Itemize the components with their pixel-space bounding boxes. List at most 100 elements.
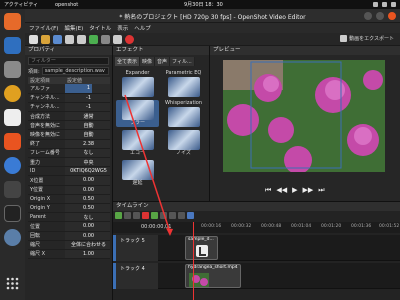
- volume-icon[interactable]: [382, 2, 387, 7]
- properties-filter-input[interactable]: フィルター: [28, 57, 109, 65]
- titlebar[interactable]: * 熱名のプロジェクト [HD 720p 30 fps] - OpenShot …: [25, 9, 400, 23]
- property-value[interactable]: なし: [65, 148, 110, 159]
- property-value[interactable]: 1: [65, 84, 110, 94]
- import-files-icon[interactable]: [89, 35, 98, 44]
- video-preview[interactable]: [223, 60, 385, 172]
- save-project-icon[interactable]: [53, 35, 62, 44]
- thunderbird-icon[interactable]: [4, 37, 21, 54]
- item-selector-value[interactable]: sample_description.wav: [41, 67, 109, 75]
- table-row[interactable]: フレーム番号 なし: [28, 148, 110, 159]
- table-row[interactable]: X位置 0.00: [28, 175, 110, 186]
- property-value[interactable]: 通常: [65, 111, 110, 122]
- magnet-icon[interactable]: [133, 212, 140, 219]
- table-row[interactable]: チャンネル... -1: [28, 102, 110, 113]
- table-row[interactable]: チャンネル... -1: [28, 93, 110, 103]
- arrow-icon[interactable]: [124, 212, 131, 219]
- table-row[interactable]: 合成方法 通常: [28, 111, 110, 122]
- minimize-button[interactable]: [364, 12, 372, 20]
- item-selector[interactable]: 項目: sample_description.wav: [28, 67, 109, 75]
- next-marker-icon[interactable]: [169, 212, 176, 219]
- tab-show-all[interactable]: 全て表示: [115, 57, 141, 66]
- effect-delay[interactable]: 遅延: [116, 160, 159, 187]
- audio-clip[interactable]: sample_d...: [185, 236, 218, 260]
- openshot-icon[interactable]: [4, 229, 21, 246]
- software-icon[interactable]: [4, 133, 21, 150]
- close-button[interactable]: [388, 12, 396, 20]
- previous-marker-icon[interactable]: [160, 212, 167, 219]
- effect-parametric-eq[interactable]: Parametric EQ: [162, 70, 205, 97]
- files-icon[interactable]: [4, 61, 21, 78]
- zoom-slider[interactable]: [187, 212, 194, 219]
- settings-icon[interactable]: [4, 181, 21, 198]
- open-project-icon[interactable]: [41, 35, 50, 44]
- property-value[interactable]: 0.00: [65, 231, 110, 241]
- effect-expander[interactable]: Expander: [116, 70, 159, 97]
- column-header-value[interactable]: 設定値: [65, 77, 110, 84]
- tab-filter[interactable]: フィル...: [170, 57, 195, 66]
- property-value[interactable]: なし: [65, 212, 110, 223]
- track-5[interactable]: トラック 5 sample_d...: [113, 235, 400, 261]
- fullscreen-icon[interactable]: [113, 35, 122, 44]
- add-track-icon[interactable]: [115, 212, 122, 219]
- center-playhead-icon[interactable]: [178, 212, 185, 219]
- maximize-button[interactable]: [376, 12, 384, 20]
- track-header[interactable]: トラック 5: [113, 235, 158, 261]
- clock[interactable]: 9月30日 18：30: [184, 1, 223, 8]
- property-value[interactable]: 中央: [65, 157, 110, 168]
- new-project-icon[interactable]: [29, 35, 38, 44]
- property-value[interactable]: 自動: [65, 120, 110, 131]
- effect-echo[interactable]: エコー: [116, 130, 159, 157]
- property-value[interactable]: 2.38: [65, 139, 110, 149]
- property-value[interactable]: 0.00: [65, 185, 110, 195]
- play-button[interactable]: ▶: [292, 186, 297, 195]
- table-row[interactable]: 位置 0.00: [28, 221, 110, 232]
- help-icon[interactable]: [4, 157, 21, 174]
- effect-noise[interactable]: ノイズ: [162, 130, 205, 157]
- table-row[interactable]: Origin X 0.50: [28, 194, 110, 204]
- table-row[interactable]: Y位置 0.00: [28, 185, 110, 195]
- property-value[interactable]: 0KTIQ6Q2WG5: [65, 166, 110, 177]
- activities-button[interactable]: アクティビティ: [4, 1, 38, 8]
- network-icon[interactable]: [373, 2, 378, 7]
- table-row[interactable]: アルファ 1: [28, 84, 110, 94]
- menu-file[interactable]: ファイル(F): [29, 24, 58, 32]
- playhead[interactable]: [193, 222, 194, 300]
- writer-icon[interactable]: [4, 109, 21, 126]
- table-row[interactable]: 映像を無効に 自動: [28, 129, 110, 140]
- terminal-icon[interactable]: [4, 205, 21, 222]
- menu-help[interactable]: ヘルプ: [134, 24, 151, 32]
- undo-icon[interactable]: [65, 35, 74, 44]
- table-row[interactable]: 縮尺 X 1.00: [28, 249, 110, 260]
- property-value[interactable]: -1: [65, 102, 110, 113]
- rewind-button[interactable]: ◀◀: [276, 186, 287, 195]
- table-row[interactable]: Parent なし: [28, 212, 110, 223]
- profile-icon[interactable]: [101, 35, 110, 44]
- table-row[interactable]: 縮尺 全体に合わせる: [28, 240, 110, 250]
- property-value[interactable]: -1: [65, 93, 110, 103]
- property-value[interactable]: 0.00: [65, 221, 110, 232]
- effect-blur[interactable]: ブラー: [116, 100, 159, 127]
- firefox-icon[interactable]: [4, 13, 21, 30]
- add-marker-icon[interactable]: [151, 212, 158, 219]
- track-header[interactable]: トラック 4: [113, 263, 158, 289]
- property-value[interactable]: 1.00: [65, 249, 110, 260]
- table-row[interactable]: 音声を無効に 自動: [28, 120, 110, 131]
- power-icon[interactable]: [391, 2, 396, 7]
- property-value[interactable]: 全体に合わせる: [65, 240, 110, 250]
- apps-grid-icon[interactable]: [4, 275, 21, 292]
- jump-start-button[interactable]: ⏮: [265, 186, 271, 195]
- record-icon[interactable]: [125, 35, 134, 44]
- table-row[interactable]: 終了 2.38: [28, 139, 110, 149]
- track-4[interactable]: トラック 4 hydrangea_short.mp4: [113, 263, 400, 289]
- property-value[interactable]: 自動: [65, 129, 110, 140]
- razor-icon[interactable]: [142, 212, 149, 219]
- fast-forward-button[interactable]: ▶▶: [302, 186, 313, 195]
- effect-whisperization[interactable]: Whisperization: [162, 100, 205, 127]
- rhythmbox-icon[interactable]: [4, 85, 21, 102]
- system-tray[interactable]: [373, 2, 396, 7]
- app-menu[interactable]: openshot: [55, 2, 78, 8]
- table-row[interactable]: Origin Y 0.50: [28, 203, 110, 214]
- table-row[interactable]: 重力 中央: [28, 157, 110, 168]
- column-header-property[interactable]: 設定項目: [28, 77, 66, 84]
- property-value[interactable]: 0.50: [65, 203, 110, 214]
